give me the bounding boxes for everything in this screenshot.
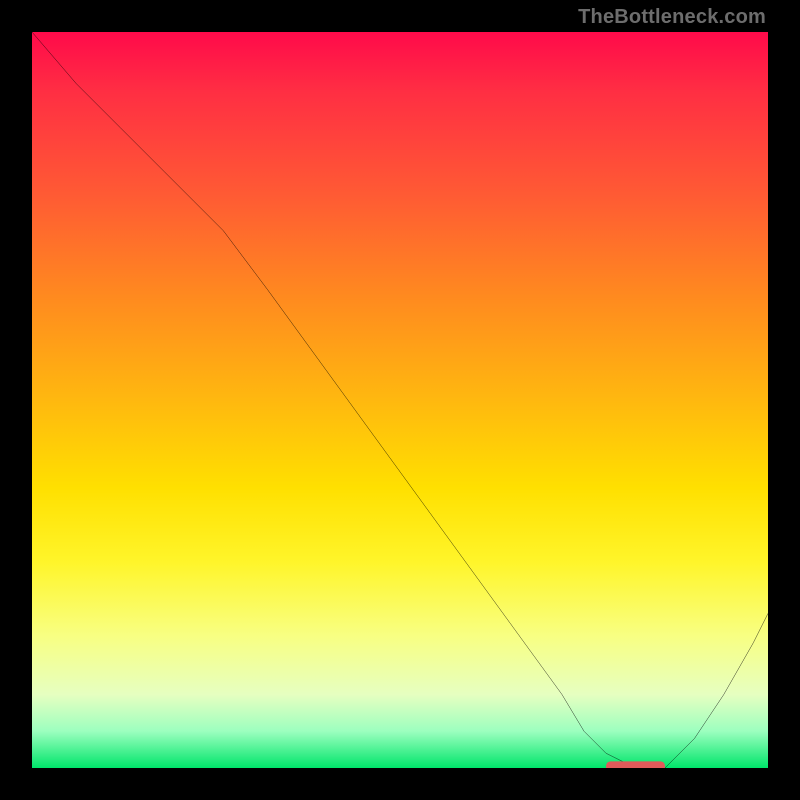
- plot-area: [32, 32, 768, 768]
- minimum-marker: [606, 761, 665, 768]
- watermark-label: TheBottleneck.com: [578, 6, 766, 29]
- bottleneck-curve-path: [32, 32, 768, 768]
- chart-frame: TheBottleneck.com: [0, 0, 800, 800]
- curve-svg: [32, 32, 768, 768]
